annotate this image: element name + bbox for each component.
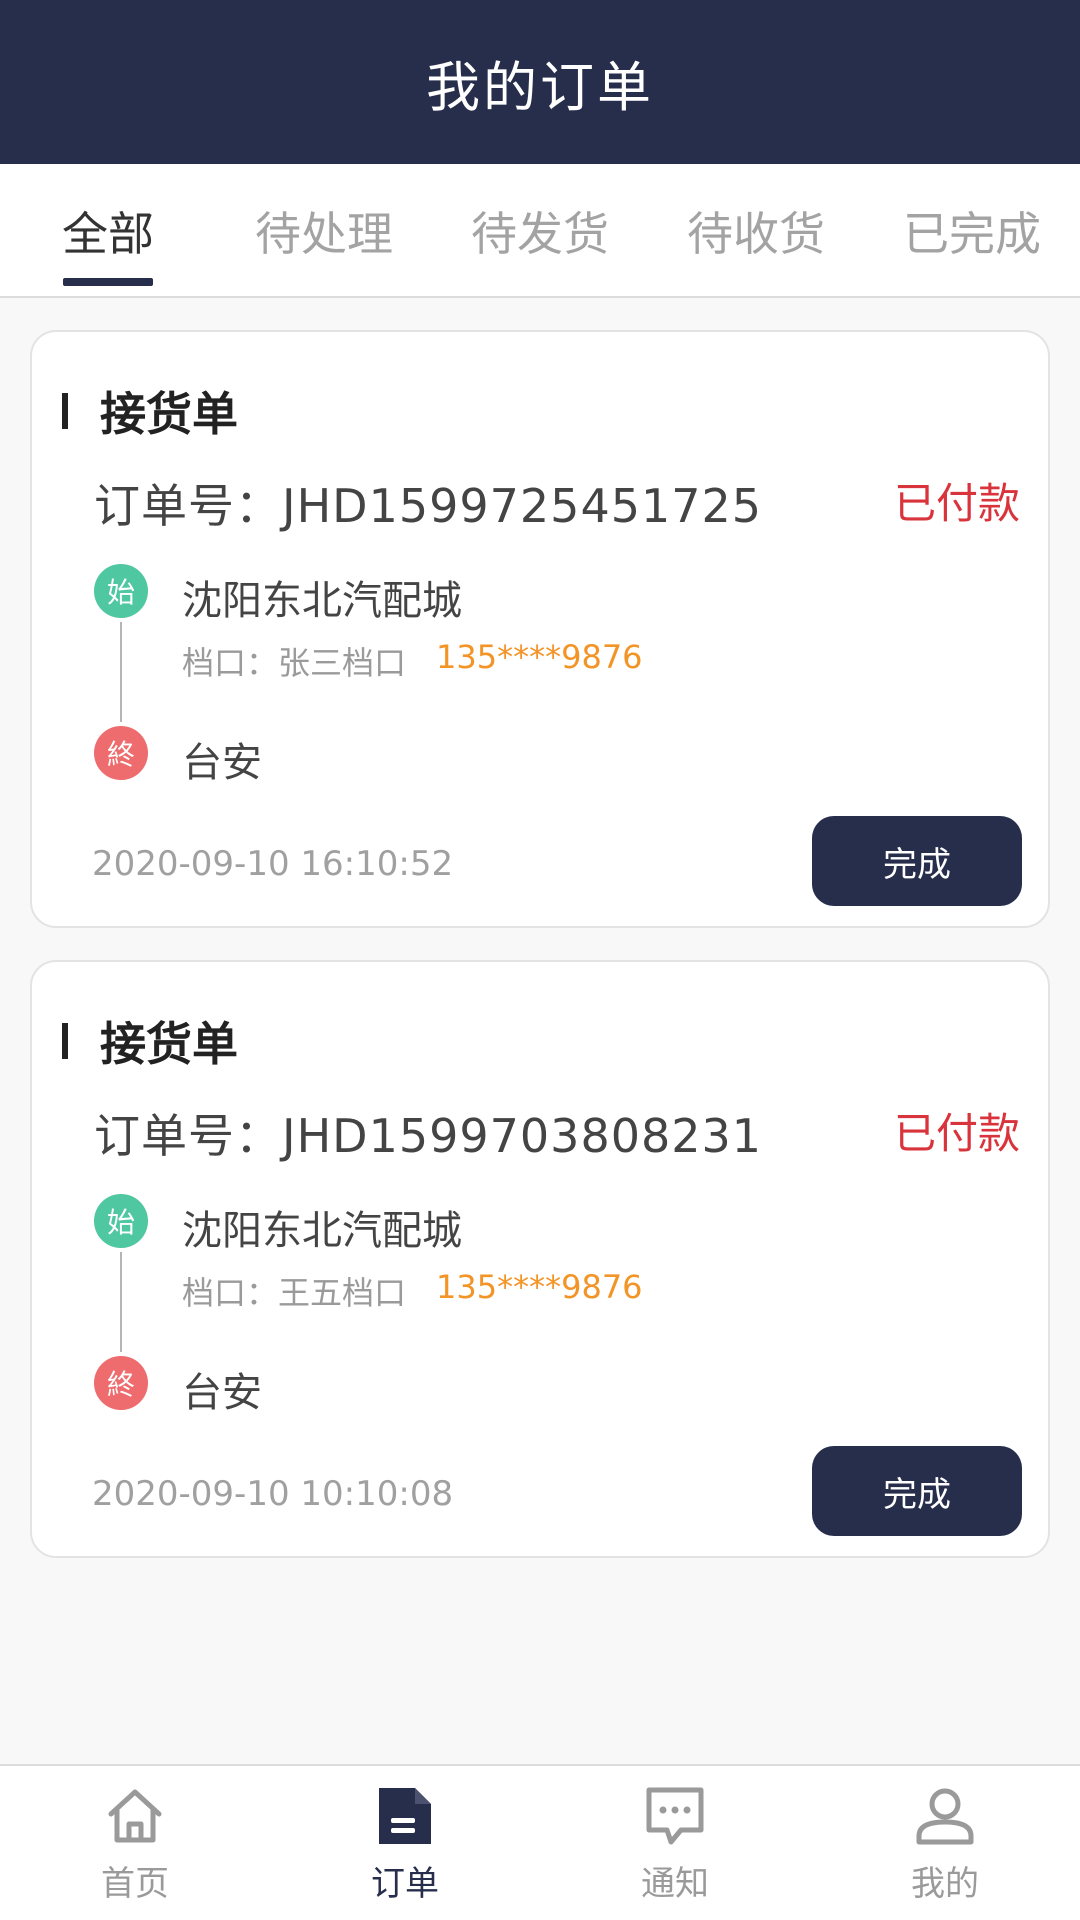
order-type: 接货单 (62, 1008, 238, 1074)
tab-all[interactable]: 全部 (0, 164, 216, 298)
home-icon (108, 1789, 162, 1843)
complete-button[interactable]: 完成 (812, 1446, 1022, 1536)
nav-label: 我的 (911, 1864, 979, 1904)
order-number: 订单号：JHD1599703808231 (94, 1100, 762, 1166)
user-icon (916, 1788, 974, 1845)
order-time: 2020-09-10 16:10:52 (92, 844, 454, 884)
order-status: 已付款 (893, 1109, 1020, 1158)
order-number-label: 订单号： (94, 479, 282, 533)
stall-name: 档口：王五档口 (182, 1274, 407, 1312)
start-badge: 始 (94, 564, 148, 618)
phone-number[interactable]: 135****9876 (436, 638, 643, 684)
destination-name: 台安 (182, 740, 262, 786)
order-type-label: 接货单 (100, 1017, 238, 1071)
tab-label: 待处理 (255, 207, 393, 261)
route-line (120, 622, 122, 722)
order-number-label: 订单号： (94, 1109, 282, 1163)
bottom-nav: 首页 订单 通知 我的 (0, 1764, 1080, 1920)
origin-name: 沈阳东北汽配城 (182, 578, 462, 624)
document-icon (379, 1788, 431, 1844)
nav-home[interactable]: 首页 (0, 1766, 270, 1920)
route-line (120, 1252, 122, 1352)
phone-number[interactable]: 135****9876 (436, 1268, 643, 1314)
tab-bar: 全部 待处理 待发货 待收货 已完成 (0, 164, 1080, 298)
order-status: 已付款 (893, 479, 1020, 528)
order-number: 订单号：JHD1599725451725 (94, 470, 762, 536)
page-title: 我的订单 (426, 55, 654, 119)
tab-active-indicator (63, 278, 153, 286)
nav-label: 订单 (371, 1864, 439, 1904)
title-bar (62, 393, 68, 429)
tab-label: 全部 (62, 207, 154, 261)
nav-profile[interactable]: 我的 (810, 1766, 1080, 1920)
message-icon (646, 1787, 704, 1845)
order-card[interactable]: 接货单 订单号：JHD1599725451725 已付款 始 沈阳东北汽配城 档… (30, 330, 1050, 928)
end-badge: 終 (94, 1356, 148, 1410)
start-badge: 始 (94, 1194, 148, 1248)
order-card[interactable]: 接货单 订单号：JHD1599703808231 已付款 始 沈阳东北汽配城 档… (30, 960, 1050, 1558)
order-number-value: JHD1599725451725 (282, 479, 763, 533)
nav-orders[interactable]: 订单 (270, 1766, 540, 1920)
tab-label: 待收货 (687, 207, 825, 261)
order-type-label: 接货单 (100, 387, 238, 441)
stall-info: 档口：王五档口 135****9876 (182, 1268, 643, 1314)
nav-notifications[interactable]: 通知 (540, 1766, 810, 1920)
title-bar (62, 1023, 68, 1059)
end-badge: 終 (94, 726, 148, 780)
tab-pending[interactable]: 待处理 (216, 164, 432, 298)
origin-name: 沈阳东北汽配城 (182, 1208, 462, 1254)
tab-to-receive[interactable]: 待收货 (648, 164, 864, 298)
destination-name: 台安 (182, 1370, 262, 1416)
order-time: 2020-09-10 10:10:08 (92, 1474, 454, 1514)
order-type: 接货单 (62, 378, 238, 444)
nav-label: 首页 (101, 1864, 169, 1904)
nav-label: 通知 (641, 1864, 709, 1904)
tab-completed[interactable]: 已完成 (864, 164, 1080, 298)
complete-button[interactable]: 完成 (812, 816, 1022, 906)
tab-label: 待发货 (471, 207, 609, 261)
tab-to-ship[interactable]: 待发货 (432, 164, 648, 298)
page-header: 我的订单 (0, 0, 1080, 164)
stall-info: 档口：张三档口 135****9876 (182, 638, 643, 684)
order-number-value: JHD1599703808231 (282, 1109, 763, 1163)
tab-label: 已完成 (903, 207, 1041, 261)
stall-name: 档口：张三档口 (182, 644, 407, 682)
